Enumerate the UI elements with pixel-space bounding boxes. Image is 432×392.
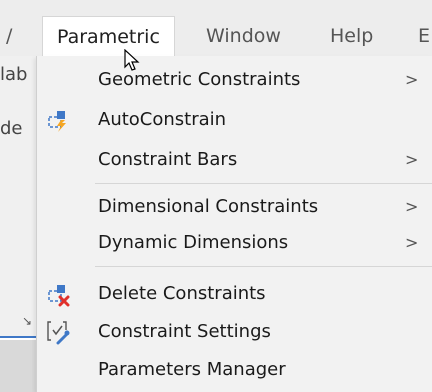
constraint-settings-icon xyxy=(45,319,71,345)
background-text-fragment: de xyxy=(0,118,23,139)
menu-item-constraint-bars[interactable]: Constraint Bars > xyxy=(37,142,432,178)
menu-item-dynamic-dimensions[interactable]: Dynamic Dimensions > xyxy=(37,225,432,261)
submenu-chevron-icon: > xyxy=(405,197,419,216)
menu-fragment-right[interactable]: E xyxy=(418,16,430,56)
submenu-chevron-icon: > xyxy=(405,150,419,169)
background-gray-area xyxy=(0,340,36,392)
app-window: / Parametric Window Help E lab de ↘ Geom… xyxy=(0,0,432,392)
menu-item-label: Parameters Manager xyxy=(98,359,286,380)
menu-item-label: Dimensional Constraints xyxy=(98,196,319,217)
menu-help[interactable]: Help xyxy=(330,16,373,56)
parametric-dropdown-menu: Geometric Constraints > AutoConstrain Co… xyxy=(36,56,432,392)
background-panel: lab de ↘ xyxy=(0,56,36,392)
menu-separator xyxy=(95,266,432,267)
delete-constraints-icon xyxy=(45,281,71,307)
menu-item-dimensional-constraints[interactable]: Dimensional Constraints > xyxy=(37,189,432,225)
menu-item-label: AutoConstrain xyxy=(98,109,227,130)
autoconstrain-icon xyxy=(45,107,71,133)
menu-bar: / Parametric Window Help E xyxy=(0,0,432,58)
menu-fragment-left[interactable]: / xyxy=(6,16,12,56)
submenu-chevron-icon: > xyxy=(405,70,419,89)
menu-window[interactable]: Window xyxy=(206,16,281,56)
menu-item-label: Constraint Settings xyxy=(98,321,271,342)
background-text-fragment: lab xyxy=(0,64,28,85)
active-underline xyxy=(0,336,36,338)
submenu-chevron-icon: > xyxy=(405,233,419,252)
menu-item-label: Constraint Bars xyxy=(98,149,238,170)
menu-item-label: Delete Constraints xyxy=(98,283,266,304)
menu-item-autoconstrain[interactable]: AutoConstrain xyxy=(37,102,432,138)
expand-arrow-icon: ↘ xyxy=(22,314,33,328)
menu-separator xyxy=(95,183,432,184)
menu-item-parameters-manager[interactable]: Parameters Manager xyxy=(37,352,432,388)
menu-item-delete-constraints[interactable]: Delete Constraints xyxy=(37,276,432,312)
menu-item-geometric-constraints[interactable]: Geometric Constraints > xyxy=(37,62,432,98)
menu-item-label: Dynamic Dimensions xyxy=(98,232,289,253)
mouse-cursor-icon xyxy=(124,48,140,73)
menu-item-constraint-settings[interactable]: Constraint Settings xyxy=(37,314,432,350)
menu-parametric[interactable]: Parametric xyxy=(42,16,175,58)
